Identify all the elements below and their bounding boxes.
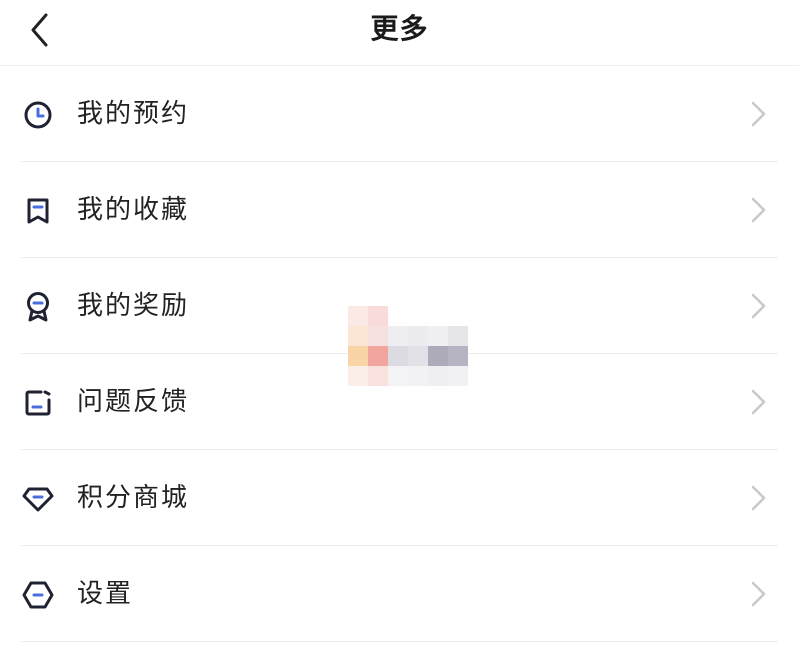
menu-list: 我的预约 我的收藏 我的奖励 问题反馈 积分商城 设置 xyxy=(0,66,799,642)
diamond-icon xyxy=(21,482,55,516)
chevron-left-icon xyxy=(31,13,48,47)
feedback-icon xyxy=(21,386,55,420)
chevron-right-icon xyxy=(751,581,766,607)
bookmark-icon xyxy=(21,194,55,228)
chevron-right-icon xyxy=(751,389,766,415)
back-button[interactable] xyxy=(18,8,62,52)
menu-item-rewards[interactable]: 我的奖励 xyxy=(21,258,778,354)
chevron-right-icon xyxy=(751,485,766,511)
menu-item-label: 我的奖励 xyxy=(77,291,190,321)
menu-item-favorites[interactable]: 我的收藏 xyxy=(21,162,778,258)
menu-item-label: 我的预约 xyxy=(77,99,190,129)
menu-item-points-mall[interactable]: 积分商城 xyxy=(21,450,778,546)
more-page: 更多 我的预约 我的收藏 我的奖励 问题反馈 积分商城 设置 xyxy=(0,0,799,666)
chevron-right-icon xyxy=(751,197,766,223)
chevron-right-icon xyxy=(751,293,766,319)
menu-item-appointments[interactable]: 我的预约 xyxy=(21,66,778,162)
menu-item-label: 设置 xyxy=(77,579,134,609)
menu-item-label: 我的收藏 xyxy=(77,195,190,225)
medal-icon xyxy=(21,290,55,324)
chevron-right-icon xyxy=(751,101,766,127)
page-title: 更多 xyxy=(370,12,429,45)
menu-item-label: 问题反馈 xyxy=(77,387,190,417)
menu-item-settings[interactable]: 设置 xyxy=(21,546,778,642)
clock-icon xyxy=(21,98,55,132)
top-bar: 更多 xyxy=(0,0,799,66)
menu-item-label: 积分商城 xyxy=(77,483,190,513)
menu-item-feedback[interactable]: 问题反馈 xyxy=(21,354,778,450)
settings-icon xyxy=(21,578,55,612)
